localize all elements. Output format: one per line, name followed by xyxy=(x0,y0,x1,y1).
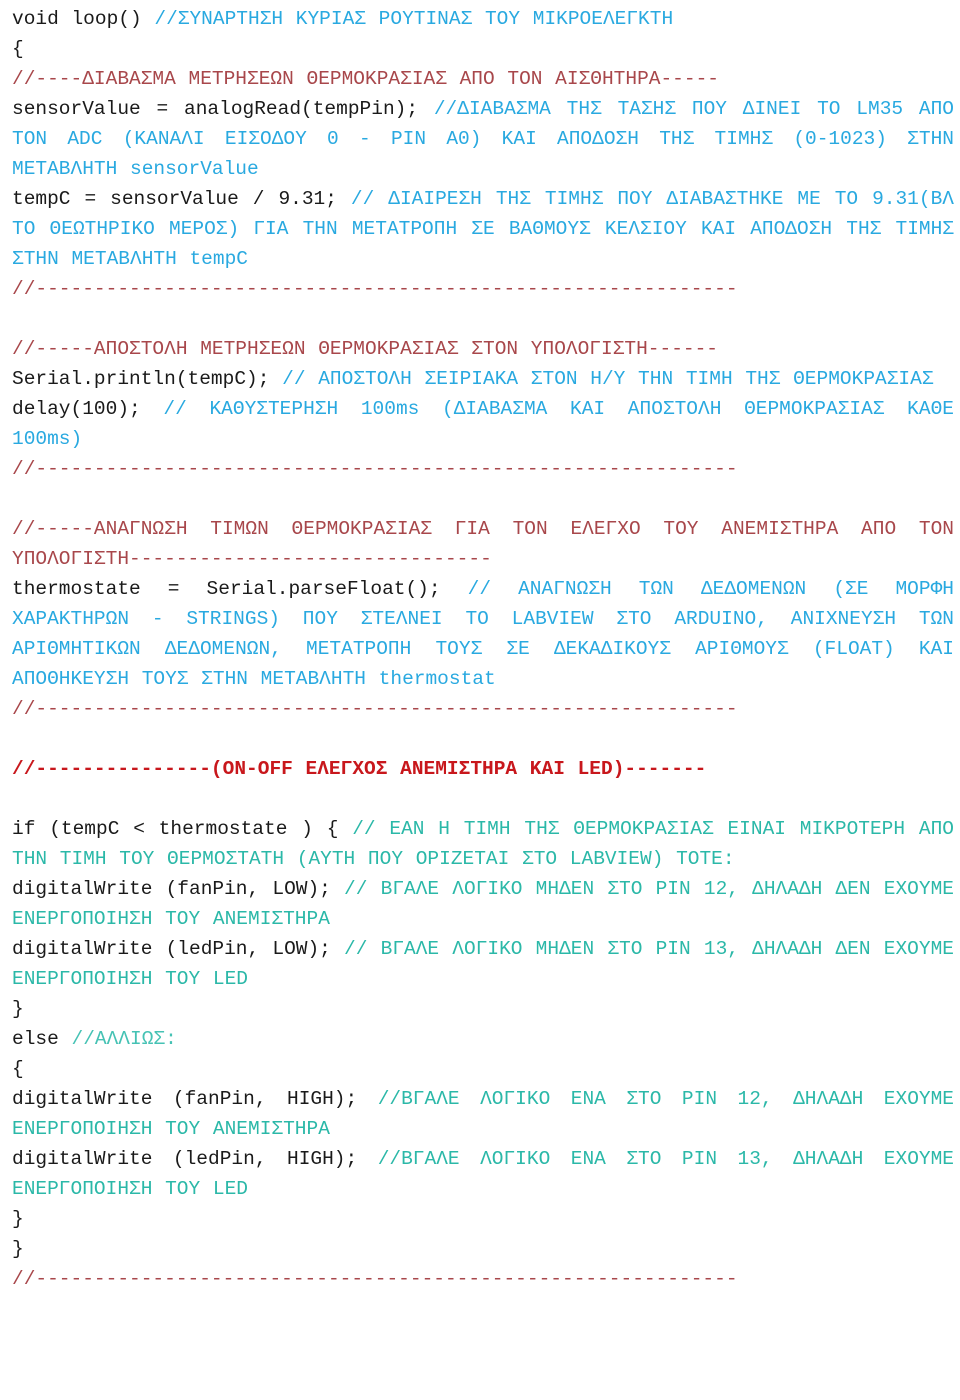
comment-token: //--------------------------------------… xyxy=(12,278,738,300)
comment-token: //-----ΑΠΟΣΤΟΛΗ ΜΕΤΡΗΣΕΩΝ ΘΕΡΜΟΚΡΑΣΙΑΣ Σ… xyxy=(12,338,719,360)
code-line: if (tempC < thermostate ) { // ΕΑΝ Η ΤΙΜ… xyxy=(12,814,954,874)
code-line: } xyxy=(12,994,954,1024)
code-line: digitalWrite (fanPin, LOW); // ΒΓΑΛΕ ΛΟΓ… xyxy=(12,874,954,934)
code-line: } xyxy=(12,1204,954,1234)
code-token: sensorValue = analogRead(tempPin); xyxy=(12,98,434,120)
code-line: { xyxy=(12,1054,954,1084)
code-line: //--------------------------------------… xyxy=(12,454,954,484)
code-line: delay(100); // ΚΑΘΥΣΤΕΡΗΣΗ 100ms (ΔΙΑΒΑΣ… xyxy=(12,394,954,454)
comment-token: //ΑΛΛΙΩΣ: xyxy=(71,1028,177,1050)
code-token: } xyxy=(12,1208,24,1230)
code-token: if (tempC < thermostate ) { xyxy=(12,818,353,840)
code-line: //-----ΑΝΑΓΝΩΣΗ ΤΙΜΩΝ ΘΕΡΜΟΚΡΑΣΙΑΣ ΓΙΑ Τ… xyxy=(12,514,954,574)
comment-token: //----ΔΙΑΒΑΣΜΑ ΜΕΤΡΗΣΕΩΝ ΘΕΡΜΟΚΡΑΣΙΑΣ ΑΠ… xyxy=(12,68,719,90)
code-line: sensorValue = analogRead(tempPin); //ΔΙΑ… xyxy=(12,94,954,184)
code-line: digitalWrite (ledPin, HIGH); //ΒΓΑΛΕ ΛΟΓ… xyxy=(12,1144,954,1204)
code-token: delay(100); xyxy=(12,398,164,420)
code-token: void loop() xyxy=(12,8,155,30)
code-token: { xyxy=(12,1058,24,1080)
code-line: Serial.println(tempC); // ΑΠΟΣΤΟΛΗ ΣΕΙΡΙ… xyxy=(12,364,954,394)
code-line: tempC = sensorValue / 9.31; // ΔΙΑΙΡΕΣΗ … xyxy=(12,184,954,274)
code-line: { xyxy=(12,34,954,64)
code-line: //-----ΑΠΟΣΤΟΛΗ ΜΕΤΡΗΣΕΩΝ ΘΕΡΜΟΚΡΑΣΙΑΣ Σ… xyxy=(12,334,954,364)
comment-token: //--------------------------------------… xyxy=(12,458,738,480)
comment-token: // ΑΠΟΣΤΟΛΗ ΣΕΙΡΙΑΚΑ ΣΤΟΝ Η/Υ ΤΗΝ ΤΙΜΗ Τ… xyxy=(282,368,934,390)
code-line: //--------------------------------------… xyxy=(12,1264,954,1294)
comment-token: //ΣΥΝΑΡΤΗΣΗ ΚΥΡΙΑΣ ΡΟΥΤΙΝΑΣ ΤΟΥ ΜΙΚΡΟΕΛΕ… xyxy=(154,8,674,30)
code-line: thermostate = Serial.parseFloat(); // ΑΝ… xyxy=(12,574,954,694)
code-token: thermostate = Serial.parseFloat(); xyxy=(12,578,468,600)
code-token: else xyxy=(12,1028,72,1050)
code-line: digitalWrite (fanPin, HIGH); //ΒΓΑΛΕ ΛΟΓ… xyxy=(12,1084,954,1144)
code-token: } xyxy=(12,998,24,1020)
code-line: else //ΑΛΛΙΩΣ: xyxy=(12,1024,954,1054)
code-token: digitalWrite (fanPin, HIGH); xyxy=(12,1088,378,1110)
code-token: tempC = sensorValue / 9.31; xyxy=(12,188,351,210)
code-token: digitalWrite (fanPin, LOW); xyxy=(12,878,345,900)
code-line: //--------------------------------------… xyxy=(12,274,954,304)
comment-token: //--------------------------------------… xyxy=(12,698,738,720)
code-token: digitalWrite (ledPin, HIGH); xyxy=(12,1148,378,1170)
code-listing: void loop() //ΣΥΝΑΡΤΗΣΗ ΚΥΡΙΑΣ ΡΟΥΤΙΝΑΣ … xyxy=(0,0,960,1294)
code-line: void loop() //ΣΥΝΑΡΤΗΣΗ ΚΥΡΙΑΣ ΡΟΥΤΙΝΑΣ … xyxy=(12,4,954,34)
code-line: } xyxy=(12,1234,954,1264)
code-line: //---------------(ON-OFF ΕΛΕΓΧΟΣ ΑΝΕΜΙΣΤ… xyxy=(12,754,954,784)
code-line: digitalWrite (ledPin, LOW); // ΒΓΑΛΕ ΛΟΓ… xyxy=(12,934,954,994)
code-line: //----ΔΙΑΒΑΣΜΑ ΜΕΤΡΗΣΕΩΝ ΘΕΡΜΟΚΡΑΣΙΑΣ ΑΠ… xyxy=(12,64,954,94)
code-token: Serial.println(tempC); xyxy=(12,368,283,390)
comment-token: //-----ΑΝΑΓΝΩΣΗ ΤΙΜΩΝ ΘΕΡΜΟΚΡΑΣΙΑΣ ΓΙΑ Τ… xyxy=(12,518,954,570)
code-line: //--------------------------------------… xyxy=(12,694,954,724)
code-token: { xyxy=(12,38,24,60)
comment-token: //---------------(ON-OFF ΕΛΕΓΧΟΣ ΑΝΕΜΙΣΤ… xyxy=(12,758,707,780)
comment-token: //--------------------------------------… xyxy=(12,1268,738,1290)
code-token: } xyxy=(12,1238,24,1260)
code-token: digitalWrite (ledPin, LOW); xyxy=(12,938,345,960)
